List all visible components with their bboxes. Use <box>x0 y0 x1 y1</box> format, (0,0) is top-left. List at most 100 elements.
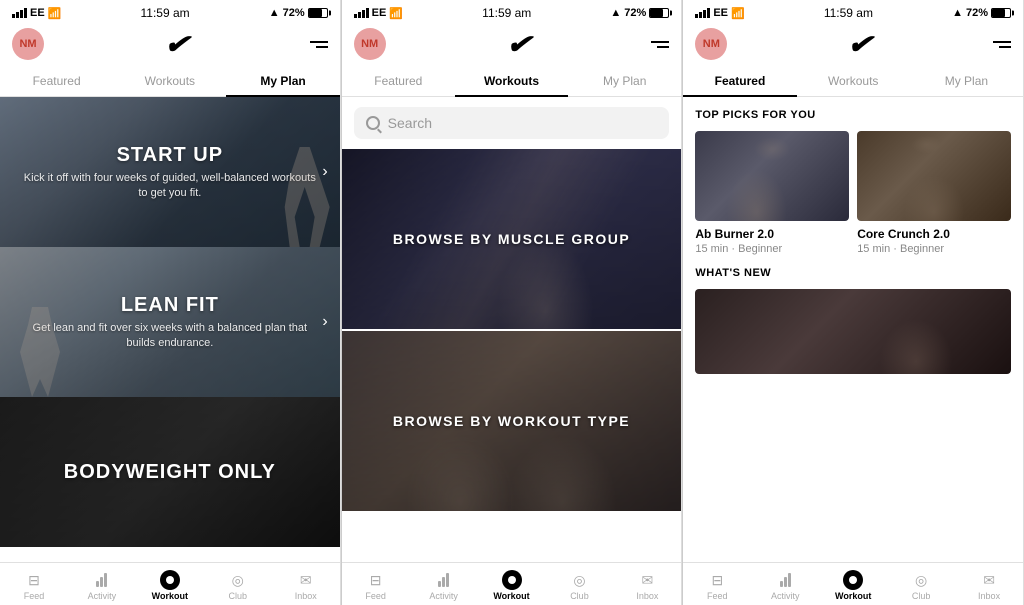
inbox-icon-1: ✉ <box>296 571 316 589</box>
nav-workout-3[interactable]: Workout <box>819 571 887 601</box>
nav-inbox-2[interactable]: ✉ Inbox <box>613 571 681 601</box>
inbox-icon-2: ✉ <box>637 571 657 589</box>
nav-label-workout-2: Workout <box>493 591 529 601</box>
tab-myplan-3[interactable]: My Plan <box>910 66 1023 96</box>
nav-workout-1[interactable]: Workout <box>136 571 204 601</box>
card-arrow-1: › <box>322 163 327 181</box>
activity-icon-1 <box>92 571 112 589</box>
avatar-3[interactable]: NM <box>695 28 727 60</box>
workout-card-startup[interactable]: START UP Kick it off with four weeks of … <box>0 97 340 247</box>
tab-workouts-1[interactable]: Workouts <box>113 66 226 96</box>
tab-featured-1[interactable]: Featured <box>0 66 113 96</box>
nav-club-2[interactable]: ◎ Club <box>545 571 613 601</box>
avatar-1[interactable]: NM <box>12 28 44 60</box>
whats-new-section: WHAT'S NEW <box>683 267 1023 374</box>
nav-label-activity-1: Activity <box>88 591 117 601</box>
avatar-2[interactable]: NM <box>354 28 386 60</box>
carrier-label-1: EE <box>30 7 45 19</box>
picks-grid: Ab Burner 2.0 15 min · Beginner Core Cru… <box>695 131 1011 255</box>
nav-label-workout-1: Workout <box>152 591 188 601</box>
bottom-nav-1: ⊟ Feed Activity Workout ◎ Club ✉ <box>0 562 340 605</box>
nav-label-feed-2: Feed <box>365 591 386 601</box>
carrier-label-2: EE <box>372 7 387 19</box>
browse-type-title: BROWSE BY WORKOUT TYPE <box>393 413 630 429</box>
nike-logo-1: ✔ <box>164 29 190 60</box>
pick-name-ab: Ab Burner 2.0 <box>695 227 849 241</box>
bottom-nav-3: ⊟ Feed Activity Workout ◎ Club ✉ <box>683 562 1023 605</box>
status-left-2: EE 📶 <box>354 7 403 20</box>
nav-inbox-1[interactable]: ✉ Inbox <box>272 571 340 601</box>
nav-label-feed-1: Feed <box>24 591 45 601</box>
nav-feed-3[interactable]: ⊟ Feed <box>683 571 751 601</box>
content-3: TOP PICKS FOR YOU Ab Burner 2.0 15 min ·… <box>683 97 1023 562</box>
nav-label-inbox-1: Inbox <box>295 591 317 601</box>
tab-workouts-2[interactable]: Workouts <box>455 66 568 96</box>
carrier-label-3: EE <box>713 7 728 19</box>
pick-img-core <box>857 131 1011 221</box>
wifi-icon-2: 📶 <box>389 7 403 20</box>
tab-workouts-3[interactable]: Workouts <box>797 66 910 96</box>
battery-icon-3 <box>991 8 1011 18</box>
menu-icon-1[interactable] <box>310 41 328 48</box>
location-icon-3: ▲ <box>952 7 963 19</box>
tabs-1: Featured Workouts My Plan <box>0 66 340 97</box>
workout-card-leanfit[interactable]: LEAN FIT Get lean and fit over six weeks… <box>0 247 340 397</box>
card-title-2: LEAN FIT <box>121 294 219 317</box>
nav-club-1[interactable]: ◎ Club <box>204 571 272 601</box>
feed-icon-2: ⊟ <box>366 571 386 589</box>
battery-pct-3: 72% <box>966 7 988 19</box>
nav-label-inbox-3: Inbox <box>978 591 1000 601</box>
phone-panel-3: EE 📶 11:59 am ▲ 72% NM ✔ Featured Workou… <box>683 0 1024 605</box>
core-athlete-deco <box>857 131 1011 221</box>
tab-myplan-2[interactable]: My Plan <box>568 66 681 96</box>
card-title-3: BODYWEIGHT ONLY <box>64 461 276 484</box>
nav-label-feed-3: Feed <box>707 591 728 601</box>
menu-icon-3[interactable] <box>993 41 1011 48</box>
nav-workout-2[interactable]: Workout <box>478 571 546 601</box>
feed-icon-3: ⊟ <box>707 571 727 589</box>
nav-activity-1[interactable]: Activity <box>68 571 136 601</box>
battery-pct-2: 72% <box>624 7 646 19</box>
status-right-2: ▲ 72% <box>610 7 669 19</box>
wifi-icon-1: 📶 <box>48 7 62 20</box>
location-icon-1: ▲ <box>269 7 280 19</box>
pick-img-ab <box>695 131 849 221</box>
signal-bars-2 <box>354 8 369 18</box>
nav-feed-1[interactable]: ⊟ Feed <box>0 571 68 601</box>
search-bar[interactable]: Search <box>354 107 670 139</box>
status-bar-3: EE 📶 11:59 am ▲ 72% <box>683 0 1023 24</box>
battery-pct-1: 72% <box>283 7 305 19</box>
tab-featured-2[interactable]: Featured <box>342 66 455 96</box>
workout-icon-2 <box>502 571 522 589</box>
pick-ab-burner[interactable]: Ab Burner 2.0 15 min · Beginner <box>695 131 849 255</box>
whats-new-image[interactable] <box>695 289 1011 374</box>
pick-core-crunch[interactable]: Core Crunch 2.0 15 min · Beginner <box>857 131 1011 255</box>
tab-myplan-1[interactable]: My Plan <box>226 66 339 96</box>
pick-meta-core: 15 min · Beginner <box>857 243 1011 255</box>
nike-logo-2: ✔ <box>505 29 531 60</box>
menu-icon-2[interactable] <box>651 41 669 48</box>
tab-featured-3[interactable]: Featured <box>683 66 796 96</box>
tabs-3: Featured Workouts My Plan <box>683 66 1023 97</box>
activity-icon-2 <box>434 571 454 589</box>
workout-icon-3 <box>843 571 863 589</box>
nav-label-workout-3: Workout <box>835 591 871 601</box>
nav-inbox-3[interactable]: ✉ Inbox <box>955 571 1023 601</box>
feed-icon-1: ⊟ <box>24 571 44 589</box>
status-time-2: 11:59 am <box>482 6 531 20</box>
cards-container-1: START UP Kick it off with four weeks of … <box>0 97 340 562</box>
nav-label-inbox-2: Inbox <box>636 591 658 601</box>
location-icon-2: ▲ <box>610 7 621 19</box>
ab-athlete-deco <box>695 131 849 221</box>
browse-muscle-card[interactable]: BROWSE BY MUSCLE GROUP <box>342 149 682 329</box>
signal-bars-3 <box>695 8 710 18</box>
nav-feed-2[interactable]: ⊟ Feed <box>342 571 410 601</box>
nav-club-3[interactable]: ◎ Club <box>887 571 955 601</box>
search-placeholder: Search <box>388 115 432 131</box>
nav-activity-3[interactable]: Activity <box>751 571 819 601</box>
browse-type-card[interactable]: BROWSE BY WORKOUT TYPE <box>342 331 682 511</box>
workout-card-bodyweight[interactable]: BODYWEIGHT ONLY <box>0 397 340 547</box>
nav-activity-2[interactable]: Activity <box>410 571 478 601</box>
club-icon-1: ◎ <box>228 571 248 589</box>
tabs-2: Featured Workouts My Plan <box>342 66 682 97</box>
